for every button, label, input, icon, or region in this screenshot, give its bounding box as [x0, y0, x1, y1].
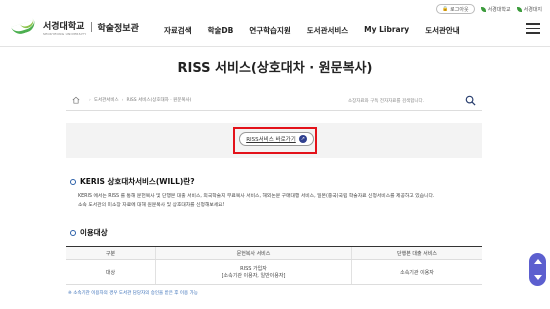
highlight-box [233, 127, 317, 154]
table-header-cell: 문헌복사 서비스 [156, 247, 352, 259]
menu-icon[interactable] [526, 23, 540, 37]
breadcrumb-item-current: RISS 서비스(상호대차 · 원문복사) [126, 98, 192, 103]
logo-text: 서경대학교 SEOKYEONG UNIVERSITY [43, 19, 86, 36]
nav-item-my-library[interactable]: My Library [364, 25, 409, 36]
logo-library-name: 학술정보관 [97, 23, 139, 34]
table-row: 대상 RISS 가입자 [소속기관 이용자, 일반이용자] 소속기관 이용자 [66, 260, 482, 285]
circle-bullet-icon [70, 229, 76, 236]
copy-service-line-1: RISS 가입자 [240, 266, 267, 272]
page-title: RISS 서비스(상호대차 · 원문복사) [177, 61, 373, 76]
utility-bar: 🔒 로그아웃 서경대학교 서경대지 [435, 4, 542, 14]
table-cell-loan-service: 소속기관 이용자 [400, 269, 434, 276]
nav-item-search[interactable]: 자료검색 [164, 25, 192, 36]
usage-note: ※ 소속기관 이용자의 경우 도서관 담당자의 승인을 받은 후 이용 가능 [68, 291, 198, 296]
nav-item-research-support[interactable]: 연구학습지원 [249, 25, 290, 36]
breadcrumb-item-services[interactable]: 도서관서비스 [94, 98, 119, 103]
search-input[interactable]: 소장자료와 구독 전자자료를 검색합니다. [348, 94, 478, 108]
usage-section-title: 이용대상 [70, 227, 108, 238]
university-extra-link[interactable]: 서경대지 [516, 6, 542, 13]
search-placeholder: 소장자료와 구독 전자자료를 검색합니다. [348, 99, 425, 104]
logo-university-sub: SEOKYEONG UNIVERSITY [43, 31, 87, 36]
logout-button[interactable]: 🔒 로그아웃 [435, 4, 475, 14]
logo-icon [11, 15, 38, 37]
header-divider [0, 46, 550, 47]
keris-section-title: KERIS 상호대차서비스(WILL)란? [70, 176, 195, 187]
university-extra-link-label: 서경대지 [523, 6, 542, 13]
header: 서경대학교 SEOKYEONG UNIVERSITY 학술정보관 자료검색 학술… [0, 14, 550, 46]
usage-title-text: 이용대상 [80, 228, 108, 237]
leaf-icon [480, 6, 486, 12]
scroll-nav [529, 253, 546, 286]
scroll-down-icon[interactable] [533, 275, 542, 281]
breadcrumb: › 도서관서비스 › RISS 서비스(상호대차 · 원문복사) [89, 98, 192, 103]
keris-description-1: KERIS 에서는 RISS 를 통해 문헌복사 및 단행본 대출 서비스, 외… [78, 194, 435, 199]
logo-divider [91, 22, 93, 32]
university-link[interactable]: 서경대학교 [480, 6, 511, 13]
copy-service-line-2: [소속기관 이용자, 일반이용자] [221, 273, 286, 279]
site-logo[interactable]: 서경대학교 SEOKYEONG UNIVERSITY 학술정보관 [11, 15, 139, 37]
usage-table: 구분 문헌복사 서비스 단행본 대출 서비스 대상 RISS 가입자 [소속기관… [66, 246, 482, 285]
nav-item-academic-db[interactable]: 학술DB [208, 25, 234, 36]
keris-title-text: KERIS 상호대차서비스(WILL)란? [80, 177, 195, 186]
nav-item-library-info[interactable]: 도서관안내 [425, 25, 460, 36]
main-nav: 자료검색 학술DB 연구학습지원 도서관서비스 My Library 도서관안내 [164, 25, 476, 36]
table-cell-copy-service: RISS 가입자 [소속기관 이용자, 일반이용자] [156, 260, 352, 284]
breadcrumb-row: › 도서관서비스 › RISS 서비스(상호대차 · 원문복사) 소장자료와 구독 전… [66, 91, 482, 111]
leaf-icon [516, 6, 522, 12]
scroll-up-icon[interactable] [533, 258, 542, 264]
table-header-cell: 단행본 대출 서비스 [397, 250, 437, 257]
circle-bullet-icon [70, 178, 76, 185]
table-header-cell: 구분 [66, 247, 156, 259]
table-cell-label: 대상 [66, 260, 156, 284]
search-icon[interactable] [465, 95, 476, 106]
table-header-row: 구분 문헌복사 서비스 단행본 대출 서비스 [66, 247, 482, 260]
lock-icon: 🔒 [441, 6, 449, 12]
nav-item-library-services[interactable]: 도서관서비스 [307, 25, 348, 36]
logo-university-name: 서경대학교 [43, 21, 85, 32]
keris-description-2: 소속 도서관의 미소장 자료에 대해 원문복사 및 상호대차를 신청해보세요! [78, 203, 225, 208]
home-icon[interactable] [72, 96, 80, 104]
logout-label: 로그아웃 [450, 6, 469, 13]
university-link-label: 서경대학교 [487, 6, 511, 13]
